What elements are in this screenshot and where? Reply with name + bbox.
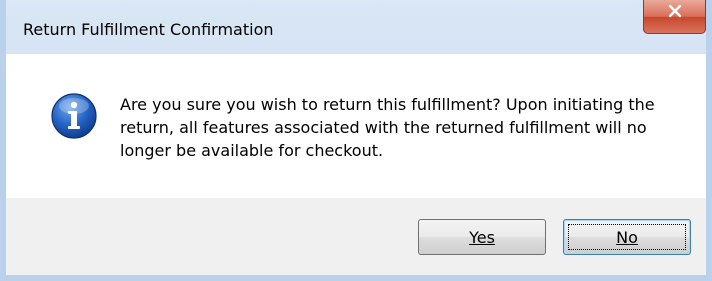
close-icon	[668, 4, 682, 18]
no-button[interactable]: No	[563, 219, 691, 255]
yes-button[interactable]: Yes	[418, 219, 546, 255]
title-bar[interactable]: Return Fulfillment Confirmation	[6, 0, 706, 54]
dialog-title: Return Fulfillment Confirmation	[23, 20, 274, 39]
confirmation-dialog: Return Fulfillment Confirmation Are you	[0, 0, 712, 281]
button-bar: Yes No	[6, 198, 706, 275]
message-text: Are you sure you wish to return this ful…	[120, 95, 655, 160]
info-icon	[51, 93, 97, 139]
message-area: Are you sure you wish to return this ful…	[6, 54, 706, 198]
focus-ring	[568, 224, 686, 250]
close-button[interactable]	[643, 0, 706, 34]
